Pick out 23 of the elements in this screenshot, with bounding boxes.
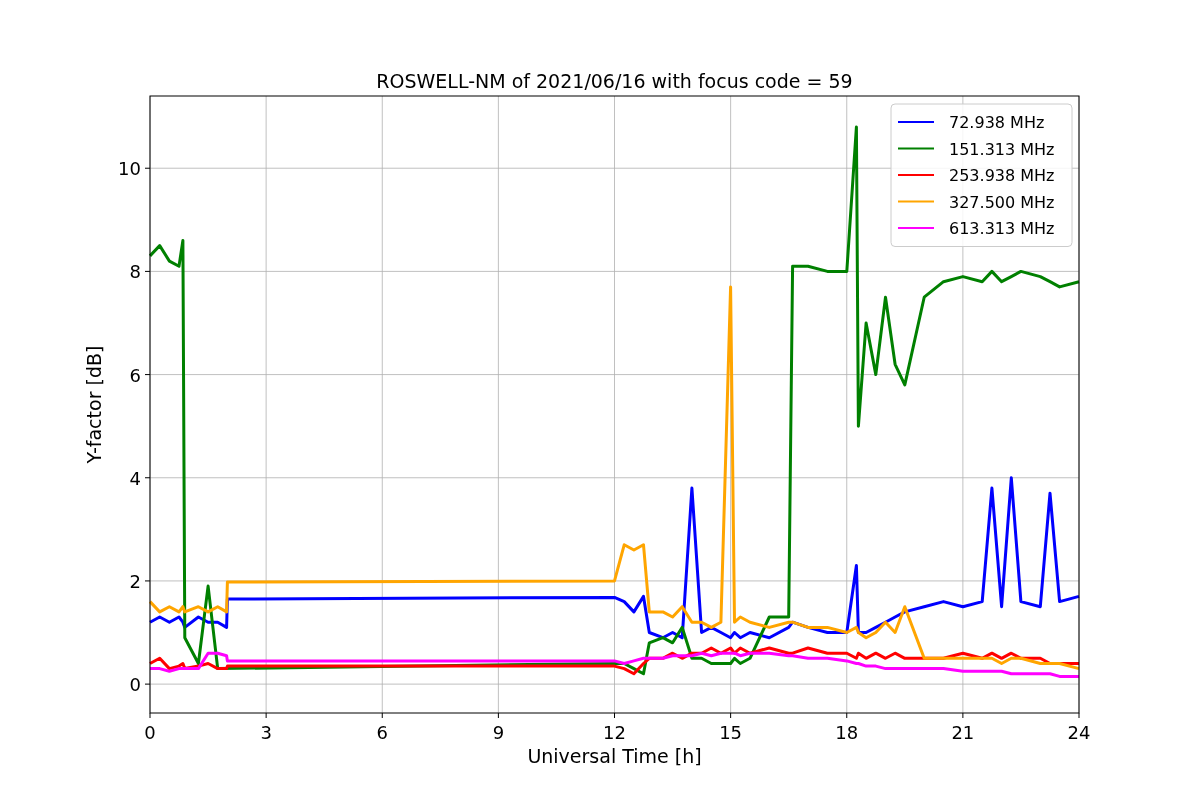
x-tick-label: 6 bbox=[376, 722, 388, 743]
x-tick-label: 18 bbox=[835, 722, 859, 743]
y-tick-label: 0 bbox=[129, 674, 141, 696]
x-tick-label: 9 bbox=[492, 722, 505, 743]
legend-label: 253.938 MHz bbox=[949, 166, 1055, 185]
x-tick-label: 21 bbox=[951, 722, 975, 743]
x-tick-label: 0 bbox=[144, 722, 156, 743]
x-tick-label: 15 bbox=[719, 722, 743, 743]
legend-label: 151.313 MHz bbox=[949, 139, 1055, 159]
y-tick-label: 8 bbox=[129, 261, 141, 283]
x-tick-label: 24 bbox=[1067, 722, 1091, 743]
x-tick-label: 12 bbox=[603, 722, 626, 743]
legend-label: 613.313 MHz bbox=[949, 219, 1055, 238]
y-tick-label: 2 bbox=[129, 570, 141, 592]
y-tick-label: 10 bbox=[118, 158, 141, 180]
x-tick-label: 3 bbox=[260, 722, 272, 743]
chart-title: ROSWELL-NM of 2021/06/16 with focus code = 59 bbox=[376, 70, 853, 92]
y-tick-label: 4 bbox=[129, 467, 141, 489]
x-axis-label: Universal Time [h] bbox=[527, 745, 702, 767]
legend-label: 327.500 MHz bbox=[949, 192, 1055, 212]
y-tick-label: 6 bbox=[129, 364, 141, 386]
y-axis-label: Y-factor [dB] bbox=[83, 345, 105, 464]
legend-label: 72.938 MHz bbox=[949, 113, 1045, 132]
